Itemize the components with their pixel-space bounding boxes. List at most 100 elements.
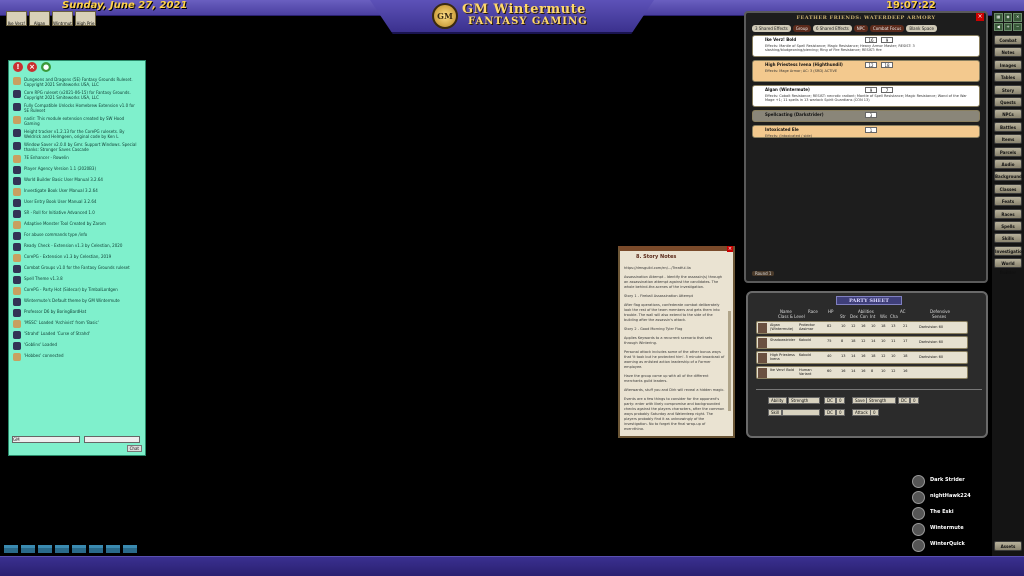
ct-header-pill[interactable]: NPC <box>853 25 868 32</box>
close-icon[interactable]: × <box>727 246 733 252</box>
initiative-field[interactable]: 3 <box>865 112 877 118</box>
hotkey-slot[interactable] <box>106 545 120 553</box>
grid-icon[interactable]: ▦ <box>994 13 1003 22</box>
hotkey-slot[interactable] <box>72 545 86 553</box>
chat-log[interactable]: Dungeons and Dragons (5E) Fantasy Ground… <box>13 77 141 433</box>
sidebar-button-feats[interactable]: Feats <box>994 196 1022 207</box>
hotkey-slot[interactable] <box>55 545 69 553</box>
chat-input[interactable]: GM <box>12 436 80 443</box>
party-member-row[interactable]: High Priestess Ivena Kobold 40 13 14 16 18 12 10… <box>756 351 968 364</box>
sidebar-button-assets[interactable]: Assets <box>994 541 1022 551</box>
chat-mode-select[interactable] <box>84 436 140 443</box>
online-user[interactable]: nightHawk224 <box>912 490 988 506</box>
lock-icon[interactable]: ◈ <box>1003 13 1013 22</box>
sidebar-button-backgrounds[interactable]: Backgrounds <box>994 171 1024 182</box>
story-scrollbar[interactable] <box>728 311 731 411</box>
hp-field[interactable]: 7 <box>881 87 893 93</box>
minus-icon[interactable]: − <box>1013 22 1022 31</box>
online-user[interactable]: Dark Strider <box>912 474 988 490</box>
member-name: Algan (Wintermute) <box>770 323 794 331</box>
sidebar: ▦ ◈ × ◀ + − Assets Combat Notes Images Tabl… <box>992 11 1024 576</box>
save-select[interactable]: Strength <box>866 397 896 404</box>
hotkey-slot[interactable] <box>38 545 52 553</box>
combatant-name: Algan (Wintermute) <box>765 87 810 92</box>
combatant-row[interactable]: Intoxicated Ele 1 Effects: (Intoxicated / … <box>752 125 980 138</box>
sidebar-button-world-builder[interactable]: World Builder <box>994 258 1022 275</box>
sidebar-button-story[interactable]: Story <box>994 84 1022 95</box>
hotkey-slot[interactable] <box>21 545 35 553</box>
ct-header-pill[interactable]: Blank Space <box>906 25 937 32</box>
warning-icon[interactable]: ! <box>13 62 23 72</box>
initiative-field[interactable]: 1 <box>865 127 877 133</box>
online-user[interactable]: Wintermute <box>912 522 988 538</box>
chat-entry-text: Player Agency Version 1.1 (2020B3) <box>24 166 97 171</box>
sidebar-button-items[interactable]: Items <box>994 134 1022 145</box>
sidebar-button-combat[interactable]: Combat <box>994 35 1022 45</box>
sidebar-button-spells[interactable]: Spells <box>994 221 1022 231</box>
sidebar-button-tables[interactable]: Tables <box>994 72 1022 83</box>
portrait[interactable] <box>758 338 767 348</box>
ability-select[interactable]: Strength <box>788 397 820 404</box>
sidebar-button-notes[interactable]: Notes <box>994 47 1022 58</box>
close-icon[interactable]: × <box>976 13 984 21</box>
party-member-row[interactable]: Shadowstrider Kobold 75 8 18 12 14 10 11 17 Darkvi… <box>756 336 968 349</box>
online-user[interactable]: The Eski <box>912 506 988 522</box>
hotkey-slot[interactable] <box>89 545 103 553</box>
online-user[interactable]: WinterQuick <box>912 538 988 554</box>
sidebar-button-quests[interactable]: Quests <box>994 97 1022 107</box>
hotkey-slot[interactable] <box>4 545 18 553</box>
story-link[interactable]: https://dmsguild.com/en/.../Treatful.lia <box>624 266 691 270</box>
sidebar-button-investigation[interactable]: Investigation <box>994 245 1024 256</box>
ct-header-pill[interactable]: Combat Focus <box>869 25 905 32</box>
avatar[interactable] <box>912 523 925 536</box>
token-slot[interactable]: Algan Wit <box>29 11 50 31</box>
portrait[interactable] <box>758 353 767 363</box>
attack-input[interactable]: 0 <box>870 409 879 416</box>
combatant-row[interactable]: Ike Verz! Bold 16 9 Effects: Mantle of Spel… <box>752 35 980 57</box>
avatar[interactable] <box>912 507 925 520</box>
initiative-field[interactable]: 16 <box>865 37 877 43</box>
combatant-row[interactable]: Spellcasting (Darkstrider) 3 <box>752 110 980 122</box>
module-icon <box>13 309 21 317</box>
skill-select[interactable] <box>782 409 820 416</box>
sidebar-button-races[interactable]: Races <box>994 208 1022 219</box>
portrait[interactable] <box>758 323 767 333</box>
close-icon[interactable]: × <box>1013 13 1022 22</box>
sidebar-button-parcels[interactable]: Parcels <box>994 146 1022 157</box>
avatar[interactable] <box>912 475 925 488</box>
party-member-row[interactable]: Algan (Wintermute) Protector Aasimar 82 10 1… <box>756 321 968 334</box>
party-member-row[interactable]: Ike Verz! Bold Human Variant 60 16 14 16 8 10 12… <box>756 366 968 379</box>
portrait[interactable] <box>758 368 767 378</box>
hotkey-slot[interactable] <box>123 545 137 553</box>
sidebar-button-npcs[interactable]: NPCs <box>994 109 1022 120</box>
hp-field[interactable]: 9 <box>881 37 893 43</box>
sidebar-button-battles[interactable]: Battles <box>994 121 1022 132</box>
save-dc-input[interactable]: 0 <box>910 397 919 404</box>
token-slot[interactable]: Wintrmut <box>52 11 73 26</box>
chat-send-button[interactable]: Chat <box>126 445 142 452</box>
arrow-icon[interactable]: ◀ <box>994 22 1003 31</box>
initiative-field[interactable]: 9 <box>865 87 877 93</box>
sidebar-button-audio[interactable]: Audio <box>994 159 1022 169</box>
ct-header-pill[interactable]: Group <box>792 25 811 32</box>
sidebar-button-images[interactable]: Images <box>994 59 1022 70</box>
plus-icon[interactable]: + <box>1003 22 1013 31</box>
token-slot[interactable]: Ike Verz! <box>6 11 27 26</box>
sidebar-button-skills[interactable]: Skills <box>994 233 1022 244</box>
combatant-row[interactable]: High Priestess Ivena (Highthundil) 12 18 Ef… <box>752 60 980 82</box>
initiative-field[interactable]: 12 <box>865 62 877 68</box>
close-icon[interactable]: × <box>27 62 37 72</box>
ability-dc-input[interactable]: 0 <box>836 397 845 404</box>
user-list: Dark Strider nightHawk224 The Eski Wintermu… <box>912 474 988 554</box>
dice-icon[interactable]: ● <box>41 62 51 72</box>
avatar[interactable] <box>912 539 925 552</box>
ct-header-pill[interactable]: 6 Shared Effects <box>812 25 852 32</box>
avatar[interactable] <box>912 491 925 504</box>
skill-dc-input[interactable]: 0 <box>836 409 845 416</box>
combatant-row[interactable]: Algan (Wintermute) 9 7 Effects: Cobalt Resi… <box>752 85 980 107</box>
sidebar-button-classes[interactable]: Classes <box>994 183 1022 194</box>
module-icon <box>13 298 21 306</box>
token-slot[interactable]: High Prie <box>75 11 96 26</box>
hp-field[interactable]: 18 <box>881 62 893 68</box>
ct-header-pill[interactable]: 3 Shared Effects <box>752 25 791 32</box>
